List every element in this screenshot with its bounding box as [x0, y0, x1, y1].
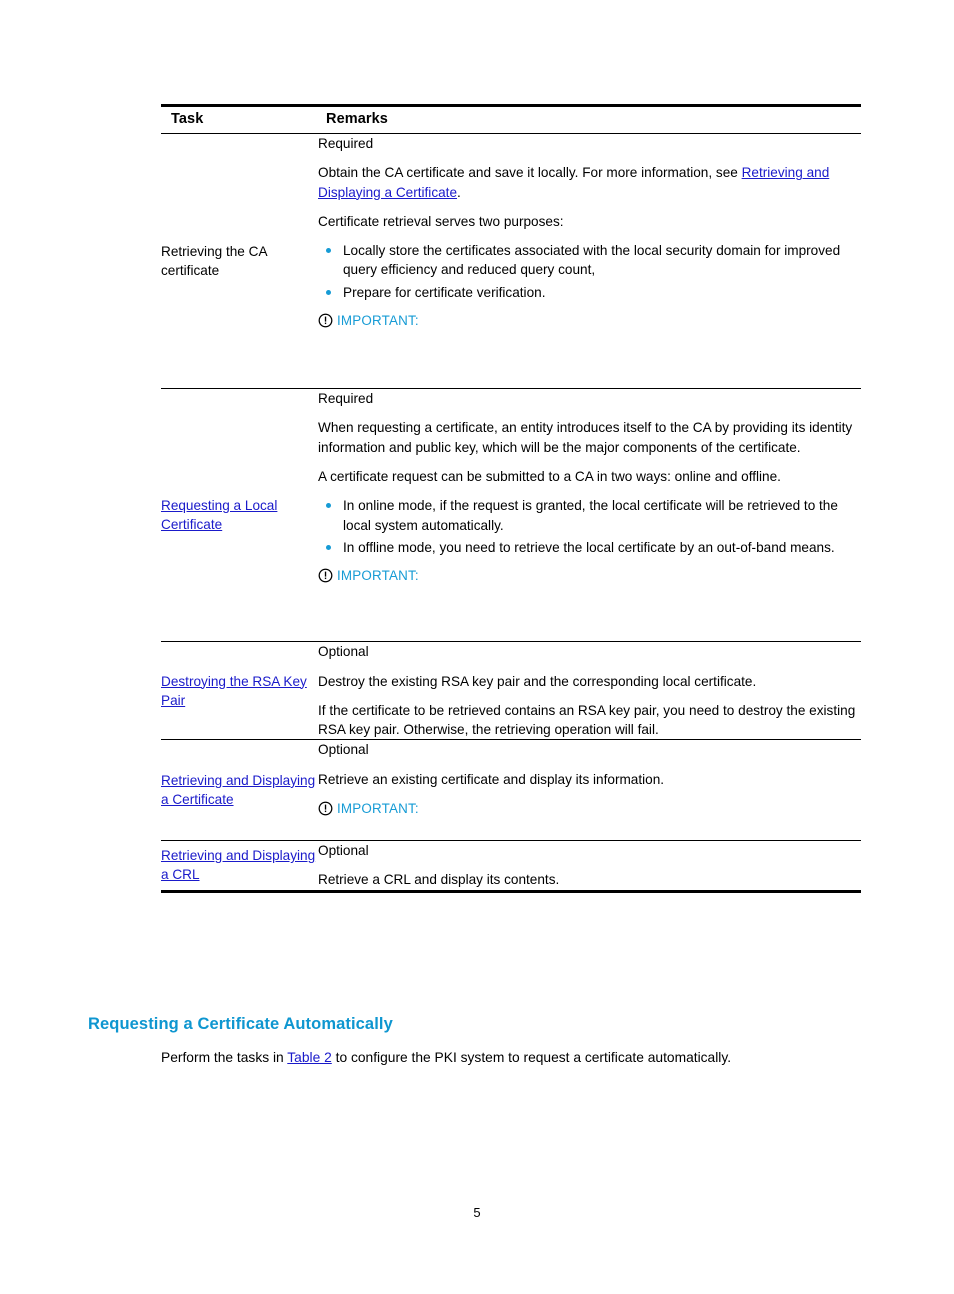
list-item: In offline mode, you need to retrieve th… — [318, 538, 861, 557]
remarks-paragraph: Obtain the CA certificate and save it lo… — [318, 163, 861, 202]
requirement-text: Optional — [318, 644, 369, 660]
task-cell: Retrieving the CA certificate — [161, 133, 318, 390]
remarks-cell: Optional Retrieve an existing certificat… — [318, 739, 861, 842]
paragraph-text-tail: . — [457, 184, 461, 200]
column-header-remarks: Remarks — [318, 104, 861, 134]
link-table-2[interactable]: Table 2 — [287, 1050, 332, 1065]
task-link-requesting-a-local-certificate[interactable]: Requesting a Local Certificate — [161, 498, 277, 532]
remarks-paragraph: If the certificate to be retrieved conta… — [318, 702, 856, 738]
important-label: IMPORTANT: — [337, 801, 419, 816]
exclamation-circle-icon — [318, 313, 333, 328]
body-text-prefix: Perform the tasks in — [161, 1049, 288, 1065]
table-row: Requesting a Local Certificate Required … — [161, 388, 861, 643]
table-body: Retrieving the CA certificate Required O… — [161, 133, 861, 893]
task-cell: Retrieving and Displaying a Certificate — [161, 739, 318, 842]
table-row: Retrieving and Displaying a Certificate … — [161, 739, 861, 842]
table-row: Retrieving the CA certificate Required O… — [161, 133, 861, 390]
important-note: IMPORTANT: — [318, 799, 861, 818]
remarks-cell: Optional Retrieve a CRL and display its … — [318, 840, 861, 893]
table-header-row: Task Remarks — [161, 104, 861, 134]
remarks-paragraph: Retrieve an existing certificate and dis… — [318, 771, 665, 787]
cell-spacer — [318, 330, 861, 388]
column-header-task: Task — [161, 104, 318, 134]
requirement-text: Required — [318, 391, 374, 407]
cell-spacer — [318, 585, 861, 641]
requirement-text: Optional — [318, 742, 369, 758]
body-text-suffix: to configure the PKI system to request a… — [331, 1049, 732, 1065]
task-cell: Destroying the RSA Key Pair — [161, 641, 318, 741]
list-item: Prepare for certificate verification. — [318, 283, 861, 302]
important-note: IMPORTANT: — [318, 566, 861, 585]
task-link-retrieving-and-displaying-a-certificate[interactable]: Retrieving and Displaying a Certificate — [161, 773, 315, 807]
list-item: In online mode, if the request is grante… — [318, 496, 861, 535]
remarks-paragraph: A certificate request can be submitted t… — [318, 469, 781, 484]
requirement-text: Required — [318, 136, 374, 151]
table-header: Task Remarks — [161, 104, 861, 134]
task-link-destroying-the-rsa-key-pair[interactable]: Destroying the RSA Key Pair — [161, 674, 307, 708]
remarks-cell: Required Obtain the CA certificate and s… — [318, 133, 861, 390]
requirement-text: Optional — [318, 843, 369, 859]
page-number: 5 — [473, 1205, 481, 1220]
table-row: Retrieving and Displaying a CRL Optional… — [161, 840, 861, 893]
remarks-paragraph: When requesting a certificate, an entity… — [318, 420, 853, 455]
bullet-list: In online mode, if the request is grante… — [318, 496, 861, 557]
paragraph-text: Obtain the CA certificate and save it lo… — [318, 165, 742, 181]
task-cell: Requesting a Local Certificate — [161, 388, 318, 643]
remarks-paragraph: Certificate retrieval serves two purpose… — [318, 213, 564, 229]
pki-task-table: Task Remarks Retrieving the CA certifica… — [161, 104, 861, 893]
list-item: Locally store the certificates associate… — [318, 241, 861, 280]
remarks-cell: Optional Destroy the existing RSA key pa… — [318, 641, 861, 741]
table-row: Destroying the RSA Key Pair Optional Des… — [161, 641, 861, 741]
task-link-retrieving-and-displaying-a-crl[interactable]: Retrieving and Displaying a CRL — [161, 848, 315, 882]
page-title: Requesting a Certificate Automatically — [88, 1014, 393, 1033]
important-label: IMPORTANT: — [337, 568, 419, 584]
task-cell: Retrieving and Displaying a CRL — [161, 840, 318, 893]
remarks-cell: Required When requesting a certificate, … — [318, 388, 861, 643]
cell-spacer — [318, 818, 861, 840]
task-label-retrieving-ca-certificate: Retrieving the CA certificate — [161, 243, 267, 279]
remarks-paragraph: Destroy the existing RSA key pair and th… — [318, 673, 757, 689]
important-note: IMPORTANT: — [318, 311, 861, 330]
section-body-paragraph: Perform the tasks in Table 2 to configur… — [161, 1048, 861, 1068]
exclamation-circle-icon — [318, 568, 333, 583]
exclamation-circle-icon — [318, 801, 333, 816]
document-page: Task Remarks Retrieving the CA certifica… — [0, 0, 954, 1294]
remarks-paragraph: Retrieve a CRL and display its contents. — [318, 872, 560, 888]
important-label: IMPORTANT: — [337, 313, 419, 329]
bullet-list: Locally store the certificates associate… — [318, 241, 861, 302]
